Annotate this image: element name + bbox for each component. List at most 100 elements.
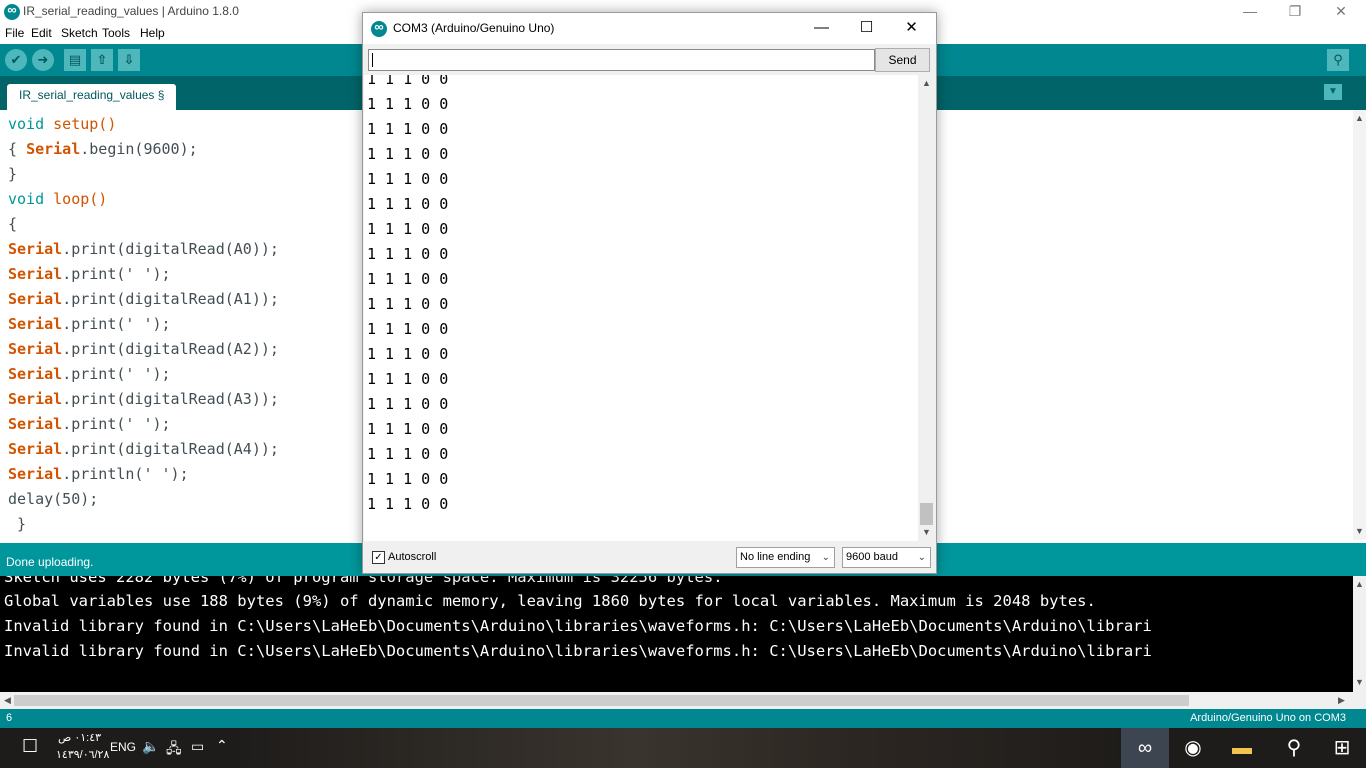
restore-button[interactable]: ❐ xyxy=(1272,0,1318,24)
scroll-thumb[interactable] xyxy=(920,503,933,525)
code-line: Serial.print(' '); xyxy=(8,315,171,333)
save-sketch-icon[interactable]: ⇩ xyxy=(118,49,140,71)
serial-monitor-icon[interactable]: ⚲ xyxy=(1327,49,1349,71)
send-button[interactable]: Send xyxy=(875,48,930,72)
serial-output-line: 1 1 1 0 0 xyxy=(367,95,449,113)
serial-output-line: 1 1 1 0 0 xyxy=(367,470,449,488)
tab-sketch[interactable]: IR_serial_reading_values § xyxy=(7,84,177,110)
volume-icon[interactable]: 🔈 xyxy=(142,738,159,755)
menu-help[interactable]: Help xyxy=(140,26,165,40)
serial-monitor-title: COM3 (Arduino/Genuino Uno) xyxy=(393,21,555,35)
serial-output-line: 1 1 1 0 0 xyxy=(367,345,449,363)
serial-maximize-button[interactable]: ☐ xyxy=(844,13,889,44)
line-ending-value: No line ending xyxy=(740,551,811,563)
scroll-down-icon[interactable]: ▼ xyxy=(1353,676,1366,689)
serial-output-line: 1 1 1 0 0 xyxy=(367,120,449,138)
upload-icon[interactable]: ➜ xyxy=(32,49,54,71)
serial-output-line: 1 1 1 0 0 xyxy=(367,220,449,238)
desktop-background xyxy=(230,728,1130,768)
code-line: Serial.print(' '); xyxy=(8,415,171,433)
code-line: Serial.print(digitalRead(A4)); xyxy=(8,440,279,458)
scroll-right-icon[interactable]: ▶ xyxy=(1335,694,1348,707)
arduino-app-icon xyxy=(4,2,20,20)
tab-menu-icon[interactable]: ▼ xyxy=(1324,84,1342,100)
console-horizontal-scrollbar[interactable]: ◀ ▶ xyxy=(0,692,1366,709)
autoscroll-label: Autoscroll xyxy=(388,551,437,563)
menu-edit[interactable]: Edit xyxy=(31,26,52,40)
language-indicator[interactable]: ENG xyxy=(110,740,136,754)
new-sketch-icon[interactable]: ▤ xyxy=(64,49,86,71)
code-line: void setup() xyxy=(8,115,117,133)
close-button[interactable]: ✕ xyxy=(1318,0,1364,24)
serial-minimize-button[interactable]: — xyxy=(799,13,844,44)
serial-monitor-window: COM3 (Arduino/Genuino Uno) — ☐ ✕ Send 1 … xyxy=(362,12,937,574)
board-port-info: Arduino/Genuino Uno on COM3 xyxy=(1190,712,1346,724)
line-ending-select[interactable]: No line ending ⌄ xyxy=(736,547,835,568)
console-line: Invalid library found in C:\Users\LaHeEb… xyxy=(4,617,1152,635)
serial-output-line: 1 1 1 0 0 xyxy=(367,75,449,88)
action-center-icon[interactable]: ☐ xyxy=(22,736,38,757)
status-message: Done uploading. xyxy=(6,555,94,569)
serial-output-line: 1 1 1 0 0 xyxy=(367,295,449,313)
scroll-down-icon[interactable]: ▼ xyxy=(920,526,933,539)
clock-time[interactable]: ٠١:٤٣ ص xyxy=(58,731,101,744)
clock-date[interactable]: ١٤٣٩/٠٦/٢٨ xyxy=(56,748,109,761)
serial-close-button[interactable]: ✕ xyxy=(889,13,934,44)
taskbar: ☐ ٠١:٤٣ ص ١٤٣٩/٠٦/٢٨ ENG 🔈 🖧 ▭ ⌃ ∞ ◉ ▬ ⚲… xyxy=(0,728,1366,768)
minimize-button[interactable]: — xyxy=(1227,0,1273,24)
scroll-left-icon[interactable]: ◀ xyxy=(1,694,14,707)
scroll-up-icon[interactable]: ▲ xyxy=(1353,112,1366,125)
code-line: } xyxy=(8,165,18,183)
code-line: Serial.println(' '); xyxy=(8,465,189,483)
text-caret xyxy=(372,53,373,67)
console-line: Sketch uses 2282 bytes (7%) of program s… xyxy=(4,576,723,586)
scroll-up-icon[interactable]: ▲ xyxy=(920,77,933,90)
serial-output-scrollbar[interactable]: ▲ ▼ xyxy=(918,75,935,541)
menu-sketch[interactable]: Sketch xyxy=(61,26,98,40)
arduino-icon[interactable]: ∞ xyxy=(1121,728,1169,768)
console-line: Global variables use 188 bytes (9%) of d… xyxy=(4,592,1096,610)
serial-output-line: 1 1 1 0 0 xyxy=(367,395,449,413)
code-line: Serial.print(digitalRead(A0)); xyxy=(8,240,279,258)
search-icon[interactable]: ⚲ xyxy=(1270,728,1318,768)
code-line: Serial.print(digitalRead(A3)); xyxy=(8,390,279,408)
serial-output-line: 1 1 1 0 0 xyxy=(367,320,449,338)
serial-output: 1 1 1 0 0 1 1 1 0 0 1 1 1 0 0 1 1 1 0 0 1 1 … xyxy=(364,75,918,541)
code-line: delay(50); xyxy=(8,490,99,508)
serial-monitor-bottom-bar: ✓ Autoscroll No line ending ⌄ 9600 baud … xyxy=(363,545,936,573)
footer-bar: 6 Arduino/Genuino Uno on COM3 xyxy=(0,709,1366,728)
menu-tools[interactable]: Tools xyxy=(102,26,130,40)
serial-output-line: 1 1 1 0 0 xyxy=(367,270,449,288)
code-line: { Serial.begin(9600); xyxy=(8,140,198,158)
battery-icon[interactable]: ▭ xyxy=(191,738,204,755)
file-explorer-icon[interactable]: ▬ xyxy=(1218,728,1266,768)
console-line: Invalid library found in C:\Users\LaHeEb… xyxy=(4,642,1152,660)
chevron-down-icon: ⌄ xyxy=(917,552,926,563)
code-line: Serial.print(' '); xyxy=(8,265,171,283)
network-icon[interactable]: 🖧 xyxy=(166,738,182,762)
open-sketch-icon[interactable]: ⇧ xyxy=(91,49,113,71)
baud-rate-select[interactable]: 9600 baud ⌄ xyxy=(842,547,931,568)
serial-send-input[interactable] xyxy=(368,49,875,71)
verify-icon[interactable]: ✔ xyxy=(5,49,27,71)
line-number: 6 xyxy=(6,712,13,724)
autoscroll-checkbox[interactable]: ✓ xyxy=(372,551,385,564)
scroll-up-icon[interactable]: ▲ xyxy=(1353,578,1366,591)
window-title: IR_serial_reading_values | Arduino 1.8.0 xyxy=(23,4,239,18)
chevron-up-icon[interactable]: ⌃ xyxy=(216,737,228,754)
serial-monitor-titlebar: COM3 (Arduino/Genuino Uno) — ☐ ✕ xyxy=(363,13,936,44)
menu-file[interactable]: File xyxy=(5,26,24,40)
serial-output-line: 1 1 1 0 0 xyxy=(367,195,449,213)
scroll-thumb[interactable] xyxy=(14,695,1189,706)
serial-output-line: 1 1 1 0 0 xyxy=(367,145,449,163)
arduino-app-icon xyxy=(371,19,387,37)
console-vertical-scrollbar[interactable]: ▲ ▼ xyxy=(1353,576,1366,692)
code-line: Serial.print(' '); xyxy=(8,365,171,383)
chrome-icon[interactable]: ◉ xyxy=(1169,728,1217,768)
scroll-down-icon[interactable]: ▼ xyxy=(1353,525,1366,538)
code-line: void loop() xyxy=(8,190,108,208)
editor-scrollbar[interactable]: ▲ ▼ xyxy=(1353,110,1366,540)
start-icon[interactable]: ⊞ xyxy=(1318,728,1366,768)
serial-output-line: 1 1 1 0 0 xyxy=(367,420,449,438)
code-line: Serial.print(digitalRead(A2)); xyxy=(8,340,279,358)
